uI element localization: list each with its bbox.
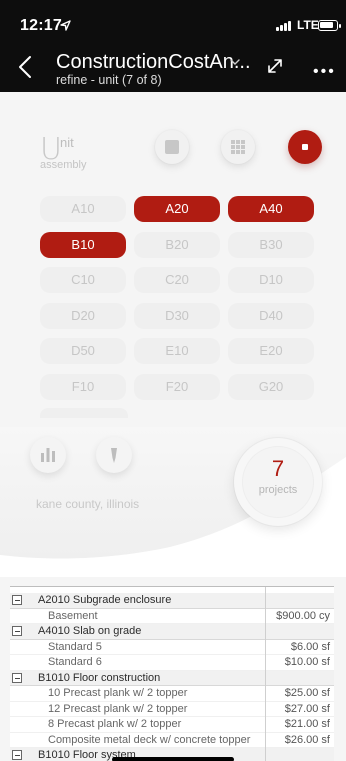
- stop-button[interactable]: [288, 130, 322, 164]
- row-value: $6.00 sf: [290, 640, 330, 653]
- projects-count: 7: [271, 456, 285, 481]
- page-title[interactable]: ConstructionCostAn...: [56, 51, 251, 74]
- projects-dial-inner: 7 projects: [242, 446, 314, 518]
- column-divider: [265, 700, 266, 718]
- collapse-toggle-icon[interactable]: [12, 750, 22, 760]
- assembly-cell-b10[interactable]: B10: [40, 232, 126, 258]
- logo-text: nit: [60, 135, 74, 150]
- stop-icon: [302, 144, 308, 150]
- table-row[interactable]: 12 Precast plank w/ 2 topper $27.00 sf: [10, 700, 334, 718]
- collapse-toggle-icon[interactable]: [12, 595, 22, 605]
- unit-assembly-panel: U nit assembly A10 A20 A40 B10 B20 B30 C10 C20 D…: [0, 92, 346, 761]
- assembly-cell-c20[interactable]: C20: [134, 267, 220, 293]
- table-row[interactable]: Standard 5 $6.00 sf: [10, 638, 334, 656]
- unit-logo: U nit assembly: [40, 132, 100, 172]
- row-value: $26.00 sf: [284, 733, 330, 746]
- assembly-cell-d40[interactable]: D40: [228, 303, 314, 329]
- table-row[interactable]: 8 Precast plank w/ 2 topper $21.00 sf: [10, 716, 334, 733]
- assembly-cell-e10[interactable]: E10: [134, 338, 220, 364]
- table-row[interactable]: Composite metal deck w/ concrete topper $…: [10, 731, 334, 749]
- collapse-toggle-icon[interactable]: [12, 626, 22, 636]
- square-icon: [165, 140, 179, 154]
- column-divider: [265, 592, 266, 609]
- more-options-button[interactable]: •••: [313, 63, 336, 81]
- table-row[interactable]: Standard 6 $10.00 sf: [10, 654, 334, 671]
- assembly-cell-d50[interactable]: D50: [40, 338, 126, 364]
- column-divider: [265, 685, 266, 702]
- assembly-cell-f20[interactable]: F20: [134, 374, 220, 400]
- assembly-cell-c10[interactable]: C10: [40, 267, 126, 293]
- row-value: $25.00 sf: [284, 687, 330, 699]
- carrier-label: LTE: [297, 18, 319, 32]
- assembly-cell-a10[interactable]: A10: [40, 196, 126, 222]
- column-divider: [265, 638, 266, 656]
- row-name: Basement: [48, 609, 98, 622]
- row-name: 8 Precast plank w/ 2 topper: [48, 718, 182, 730]
- row-name: Composite metal deck w/ concrete topper: [48, 733, 251, 746]
- assembly-cell-d30[interactable]: D30: [134, 303, 220, 329]
- table-group-row[interactable]: A4010 Slab on grade: [10, 623, 334, 640]
- location-button[interactable]: [96, 437, 132, 473]
- assembly-cell-a20[interactable]: A20: [134, 196, 220, 222]
- back-chevron-icon[interactable]: [14, 52, 38, 82]
- row-name: B1010 Floor construction: [38, 671, 161, 684]
- logo-caption: assembly: [40, 159, 87, 171]
- row-name: 12 Precast plank w/ 2 topper: [48, 702, 188, 715]
- table-row[interactable]: 10 Precast plank w/ 2 topper $25.00 sf: [10, 685, 334, 702]
- assembly-cell-e20[interactable]: E20: [228, 338, 314, 364]
- grid-icon: [231, 140, 245, 154]
- column-divider: [265, 654, 266, 671]
- location-label: kane county, illinois: [36, 497, 140, 511]
- assembly-cell-b20[interactable]: B20: [134, 232, 220, 258]
- status-bar: 12:17 LTE: [0, 0, 346, 44]
- battery-icon: [318, 20, 341, 31]
- home-indicator: [112, 757, 234, 761]
- row-value: $27.00 sf: [284, 702, 330, 715]
- assembly-cell-d20[interactable]: D20: [40, 303, 126, 329]
- assembly-cell-d10[interactable]: D10: [228, 267, 314, 293]
- grid-view-button[interactable]: [221, 130, 255, 164]
- row-name: A4010 Slab on grade: [38, 625, 142, 637]
- column-divider: [265, 747, 266, 761]
- app-header: 12:17 LTE ConstructionCostAn... refine -…: [0, 0, 346, 92]
- column-divider: [265, 669, 266, 687]
- table-body: A2010 Subgrade enclosure Basement $900.00 …: [10, 592, 334, 761]
- pin-icon: [111, 448, 117, 463]
- page-subtitle: refine - unit (7 of 8): [56, 73, 162, 87]
- row-value: $900.00 cy: [276, 609, 330, 622]
- assembly-cell-a40[interactable]: A40: [228, 196, 314, 222]
- row-name: Standard 6: [48, 656, 102, 668]
- row-name: 10 Precast plank w/ 2 topper: [48, 687, 188, 699]
- column-divider: [265, 607, 266, 625]
- column-divider: [265, 716, 266, 733]
- assembly-cell-g20[interactable]: G20: [228, 374, 314, 400]
- chevron-down-icon[interactable]: [229, 57, 241, 67]
- single-view-button[interactable]: [155, 130, 189, 164]
- collapse-toggle-icon[interactable]: [12, 672, 22, 683]
- table-group-row[interactable]: A2010 Subgrade enclosure: [10, 592, 334, 609]
- expand-icon[interactable]: [263, 55, 287, 77]
- row-name: A2010 Subgrade enclosure: [38, 594, 172, 606]
- assembly-cell-b30[interactable]: B30: [228, 232, 314, 258]
- cost-table: A2010 Subgrade enclosure Basement $900.00 …: [10, 586, 334, 761]
- column-divider: [265, 731, 266, 749]
- table-header: [10, 586, 334, 594]
- row-value: $10.00 sf: [284, 656, 330, 668]
- column-divider: [265, 623, 266, 640]
- table-group-row[interactable]: B1010 Floor construction: [10, 669, 334, 687]
- assembly-cell-f10[interactable]: F10: [40, 374, 126, 400]
- projects-label: projects: [258, 484, 298, 496]
- table-row[interactable]: Basement $900.00 cy: [10, 607, 334, 625]
- location-arrow-icon: [60, 20, 71, 31]
- bar-chart-icon: [41, 448, 55, 462]
- signal-icon: [276, 21, 296, 31]
- grid-scroll-peek: [40, 408, 128, 418]
- row-value: $21.00 sf: [284, 718, 330, 730]
- status-time: 12:17: [20, 17, 62, 34]
- projects-dial[interactable]: 7 projects: [234, 438, 322, 526]
- row-name: Standard 5: [48, 640, 102, 653]
- chart-button[interactable]: [30, 437, 66, 473]
